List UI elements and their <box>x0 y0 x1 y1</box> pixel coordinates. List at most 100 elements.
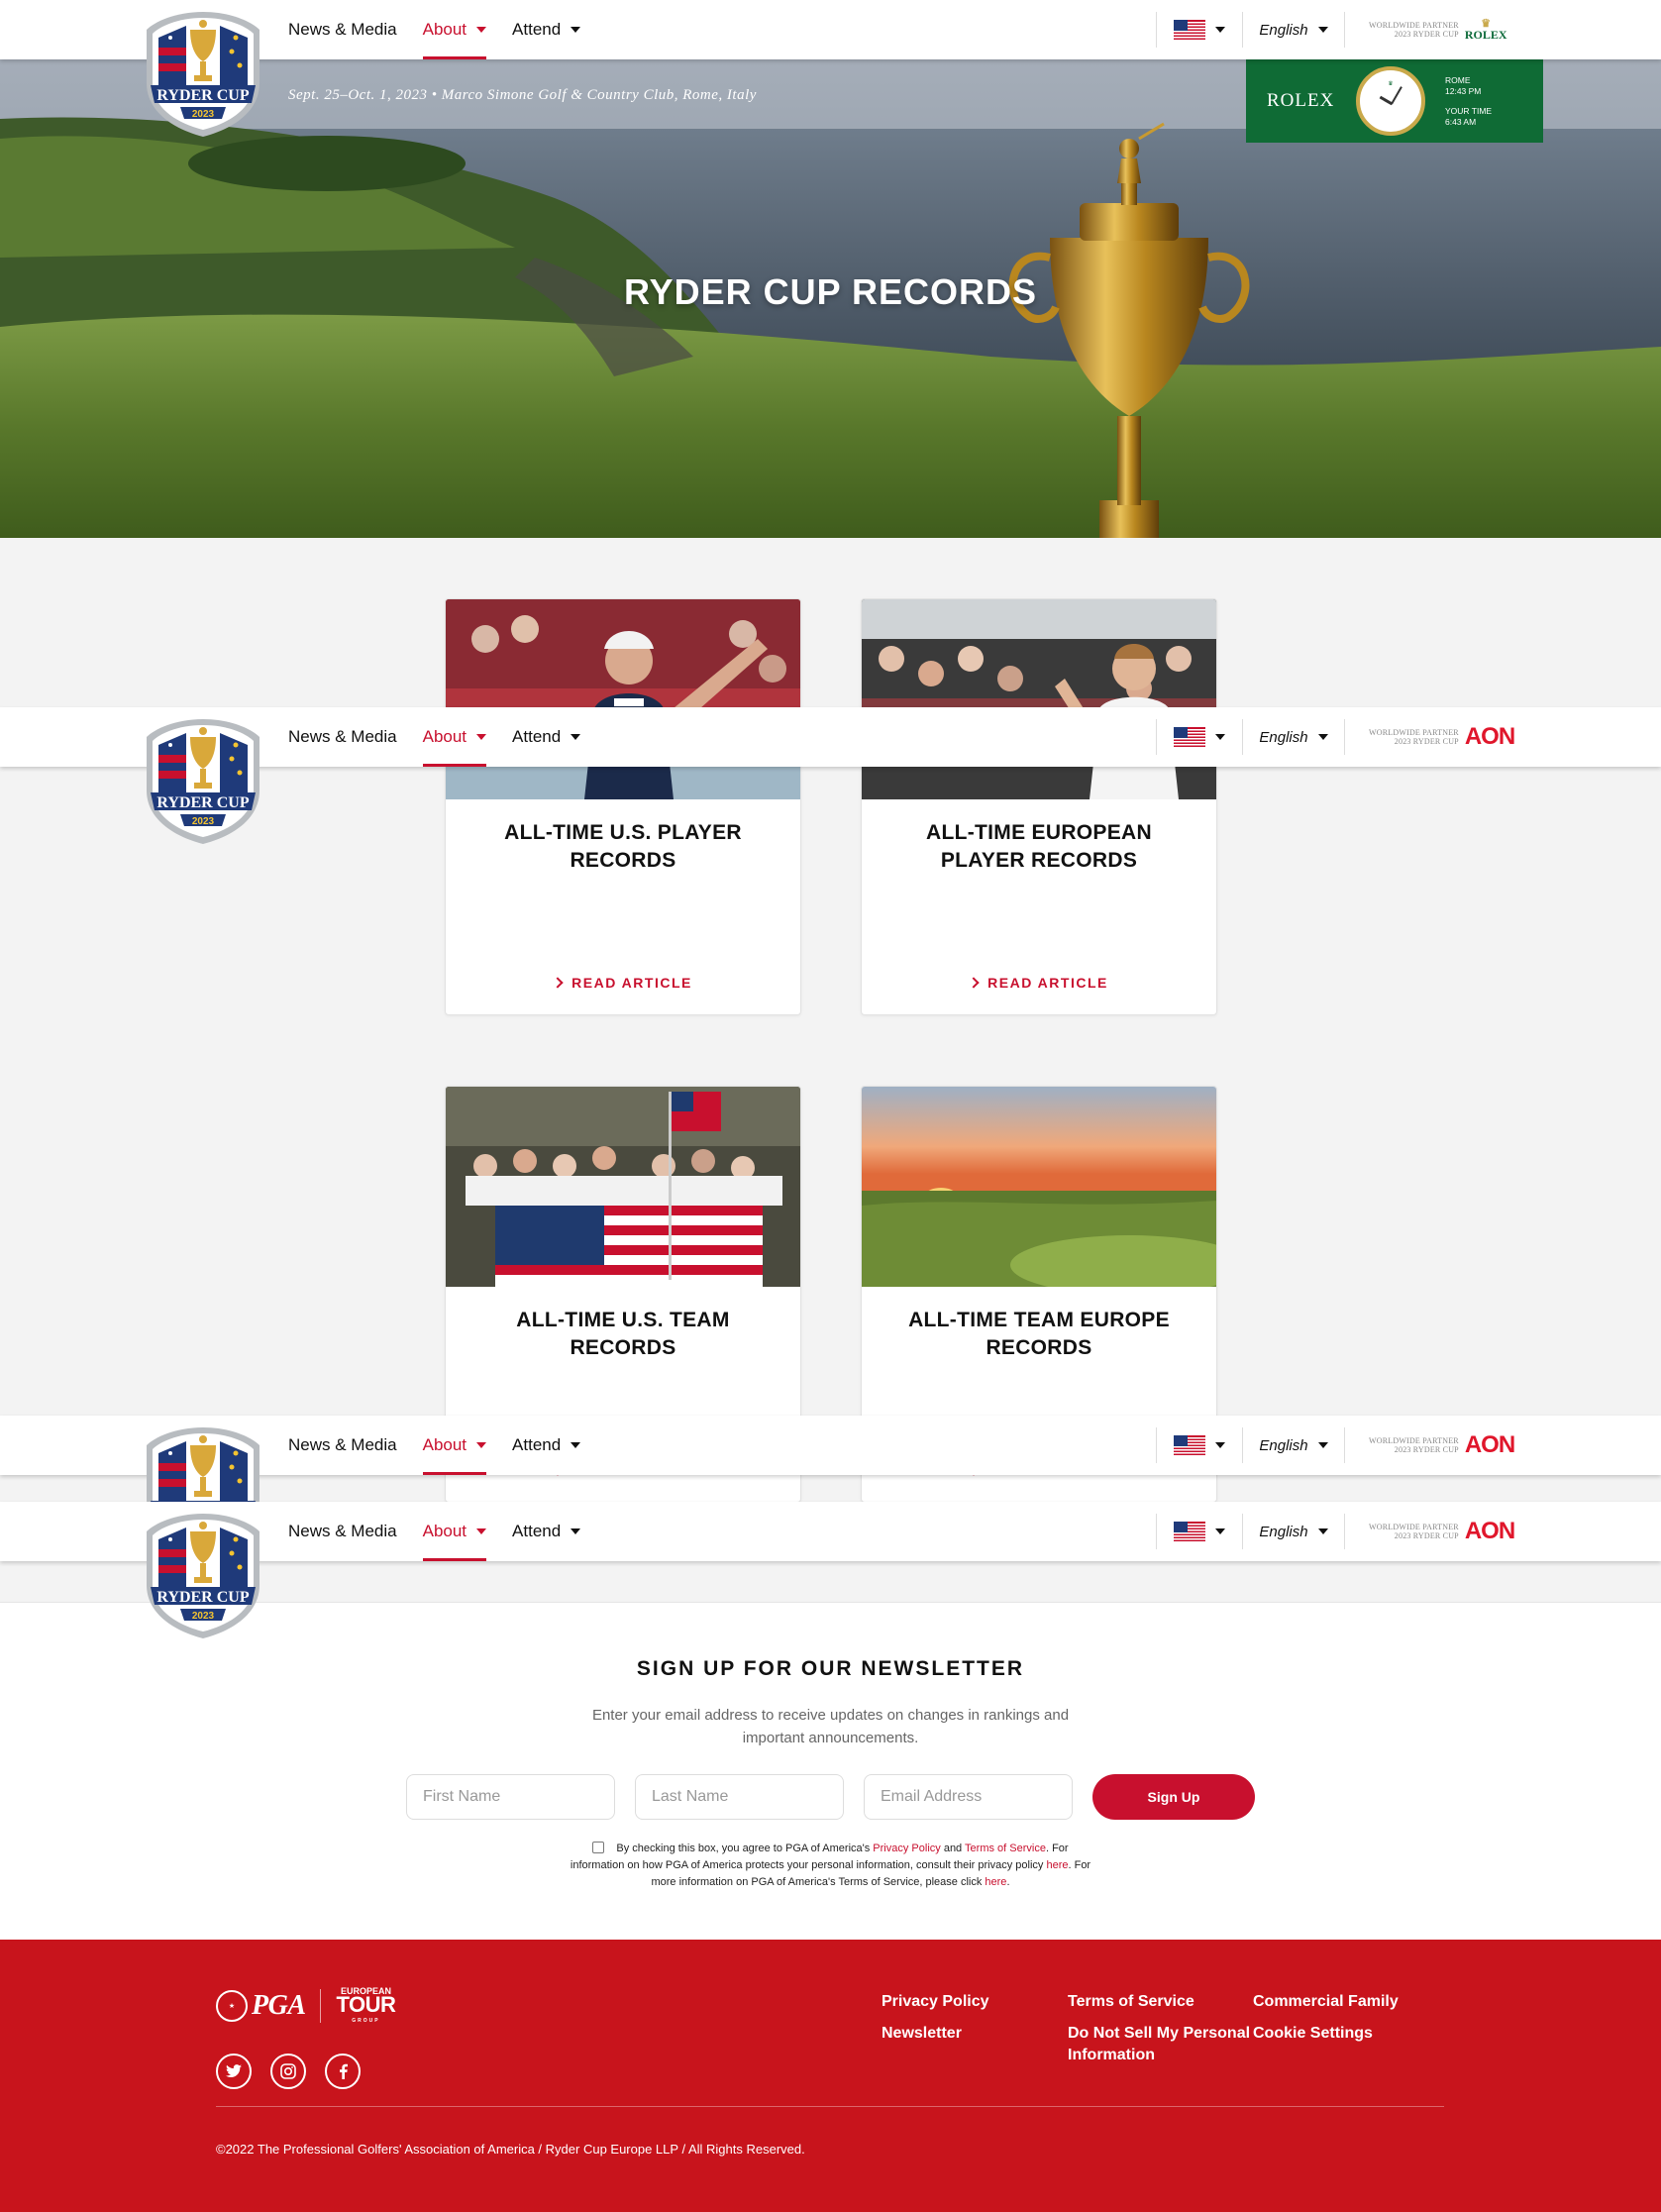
main-menu: News & Media About Attend <box>288 1416 606 1475</box>
facebook-icon[interactable] <box>325 2054 361 2089</box>
card-title: ALL-TIME EUROPEAN PLAYER RECORDS <box>926 821 1152 872</box>
read-article-link[interactable]: READ ARTICLE <box>446 975 800 991</box>
card-image <box>446 599 800 799</box>
ryder-cup-logo[interactable]: RYDER CUP 2023 <box>137 715 269 848</box>
consent-text: By checking this box, you agree to PGA o… <box>570 1842 1091 1888</box>
top-navigation: RYDER CUP 2023 News & Media About Attend E… <box>0 0 1661 137</box>
ryder-cup-logo[interactable]: RYDER CUP 2023 <box>137 1510 269 1642</box>
ryder-cup-logo[interactable]: RYDER CUP 2023 <box>137 8 269 141</box>
sign-up-button[interactable]: Sign Up <box>1092 1774 1255 1820</box>
clock-times: ROME 12:43 PM YOUR TIME 6:43 AM <box>1445 75 1492 128</box>
nav-item-news-media[interactable]: News & Media <box>288 707 397 767</box>
article-card[interactable]: ALL-TIME EUROPEAN PLAYER RECORDS READ AR… <box>861 598 1217 1015</box>
rolex-brand: ROLEX <box>1267 90 1335 111</box>
us-flag-icon <box>1174 1435 1205 1455</box>
language-selector[interactable]: English <box>1243 1416 1344 1475</box>
nav-item-news-media[interactable]: News & Media <box>288 1502 397 1561</box>
card-title: ALL-TIME U.S. PLAYER RECORDS <box>504 821 742 872</box>
chevron-down-icon <box>571 1528 581 1534</box>
pga-crest-icon: ★ <box>216 1990 248 2022</box>
language-selector[interactable]: English <box>1243 1502 1344 1561</box>
city-label: ROME <box>1445 74 1471 85</box>
chevron-down-icon <box>1317 734 1328 740</box>
svg-text:RYDER CUP: RYDER CUP <box>156 1589 249 1606</box>
card-image <box>862 599 1216 799</box>
chevron-down-icon <box>571 734 581 740</box>
privacy-here-link[interactable]: here <box>1046 1859 1068 1871</box>
nav-utilities: English <box>1156 1502 1345 1561</box>
chevron-down-icon <box>1317 27 1328 33</box>
footer-commercial-family-link[interactable]: Commercial Family <box>1253 1991 1399 2013</box>
newsletter-section: SIGN UP FOR OUR NEWSLETTER Enter your em… <box>0 1602 1661 1940</box>
nav-item-attend[interactable]: Attend <box>512 707 581 767</box>
worldwide-partner-logo[interactable]: WORLDWIDE PARTNER 2023 RYDER CUP AON <box>1369 1502 1515 1561</box>
read-article-link[interactable]: READ ARTICLE <box>862 975 1216 991</box>
instagram-icon[interactable] <box>270 2054 306 2089</box>
chevron-down-icon <box>1317 1442 1328 1448</box>
region-selector[interactable] <box>1157 0 1242 59</box>
svg-text:RYDER CUP: RYDER CUP <box>156 794 249 811</box>
article-card[interactable]: ALL-TIME U.S. PLAYER RECORDS READ ARTICL… <box>445 598 801 1015</box>
privacy-policy-link[interactable]: Privacy Policy <box>873 1843 940 1854</box>
chevron-down-icon <box>476 27 487 33</box>
chevron-down-icon <box>1215 27 1225 33</box>
email-input[interactable]: Email Address <box>864 1774 1073 1820</box>
footer-cookie-settings-link[interactable]: Cookie Settings <box>1253 2023 1373 2045</box>
first-name-input[interactable]: First Name <box>406 1774 615 1820</box>
rolex-partner-text: ROLEX <box>1464 28 1507 42</box>
language-selector[interactable]: English <box>1243 0 1344 59</box>
chevron-right-icon <box>968 977 980 989</box>
nav-item-news-media[interactable]: News & Media <box>288 0 397 59</box>
nav-item-about[interactable]: About <box>422 0 487 59</box>
language-selector[interactable]: English <box>1243 707 1344 767</box>
last-name-input[interactable]: Last Name <box>635 1774 844 1820</box>
newsletter-title: SIGN UP FOR OUR NEWSLETTER <box>636 1657 1025 1680</box>
card-image <box>446 1087 800 1287</box>
nav-item-attend[interactable]: Attend <box>512 0 581 59</box>
nav-item-about[interactable]: About <box>422 1416 487 1475</box>
nav-utilities: English <box>1156 707 1345 767</box>
main-menu: News & Media About Attend <box>288 707 606 767</box>
chevron-down-icon <box>476 734 487 740</box>
region-selector[interactable] <box>1157 707 1242 767</box>
aon-partner-text: AON <box>1464 723 1515 750</box>
aon-partner-text: AON <box>1464 1518 1515 1544</box>
consent-checkbox[interactable] <box>592 1842 605 1853</box>
language-label: English <box>1259 21 1308 39</box>
sticky-navigation: RYDER CUP 2023 News & Media About Attend E… <box>0 1502 1661 1638</box>
nav-item-news-media[interactable]: News & Media <box>288 1416 397 1475</box>
terms-of-service-link[interactable]: Terms of Service <box>965 1843 1046 1854</box>
chevron-down-icon <box>1215 1528 1225 1534</box>
worldwide-partner-logo[interactable]: WORLDWIDE PARTNER 2023 RYDER CUP AON <box>1369 1416 1515 1475</box>
nav-item-attend[interactable]: Attend <box>512 1416 581 1475</box>
worldwide-partner-logo[interactable]: WORLDWIDE PARTNER 2023 RYDER CUP ♛ ROLEX <box>1369 0 1507 59</box>
nav-utilities: English <box>1156 0 1345 59</box>
social-links <box>216 2054 379 2089</box>
nav-item-about[interactable]: About <box>422 707 487 767</box>
card-image <box>862 1087 1216 1287</box>
svg-text:2023: 2023 <box>192 1611 215 1622</box>
worldwide-partner-logo[interactable]: WORLDWIDE PARTNER 2023 RYDER CUP AON <box>1369 707 1515 767</box>
nav-item-about[interactable]: About <box>422 1502 487 1561</box>
twitter-icon[interactable] <box>216 2054 252 2089</box>
terms-here-link[interactable]: here <box>985 1876 1006 1888</box>
region-selector[interactable] <box>1157 1416 1242 1475</box>
language-label: English <box>1259 728 1308 746</box>
footer-do-not-sell-link[interactable]: Do Not Sell My Personal Information <box>1068 2023 1256 2066</box>
pga-logo[interactable]: ★ PGA EUROPEAN TOUR GROUP <box>216 1987 396 2025</box>
nav-item-attend[interactable]: Attend <box>512 1502 581 1561</box>
nav-utilities: English <box>1156 1416 1345 1475</box>
svg-text:2023: 2023 <box>192 109 215 120</box>
card-title: ALL-TIME TEAM EUROPE RECORDS <box>908 1309 1170 1359</box>
main-menu: News & Media About Attend <box>288 0 606 59</box>
footer-terms-link[interactable]: Terms of Service <box>1068 1991 1194 2013</box>
footer-privacy-policy-link[interactable]: Privacy Policy <box>882 1991 989 2013</box>
region-selector[interactable] <box>1157 1502 1242 1561</box>
language-label: English <box>1259 1523 1308 1540</box>
sticky-navigation: RYDER CUP 2023 News & Media About Attend E… <box>0 707 1661 844</box>
rolex-clock-widget[interactable]: ROLEX ♛ ROME 12:43 PM YOUR TIME 6:43 AM <box>1246 59 1543 143</box>
footer-newsletter-link[interactable]: Newsletter <box>882 2023 962 2045</box>
chevron-down-icon <box>1215 1442 1225 1448</box>
city-time: 12:43 PM <box>1445 85 1482 96</box>
your-time: 6:43 AM <box>1445 116 1477 127</box>
